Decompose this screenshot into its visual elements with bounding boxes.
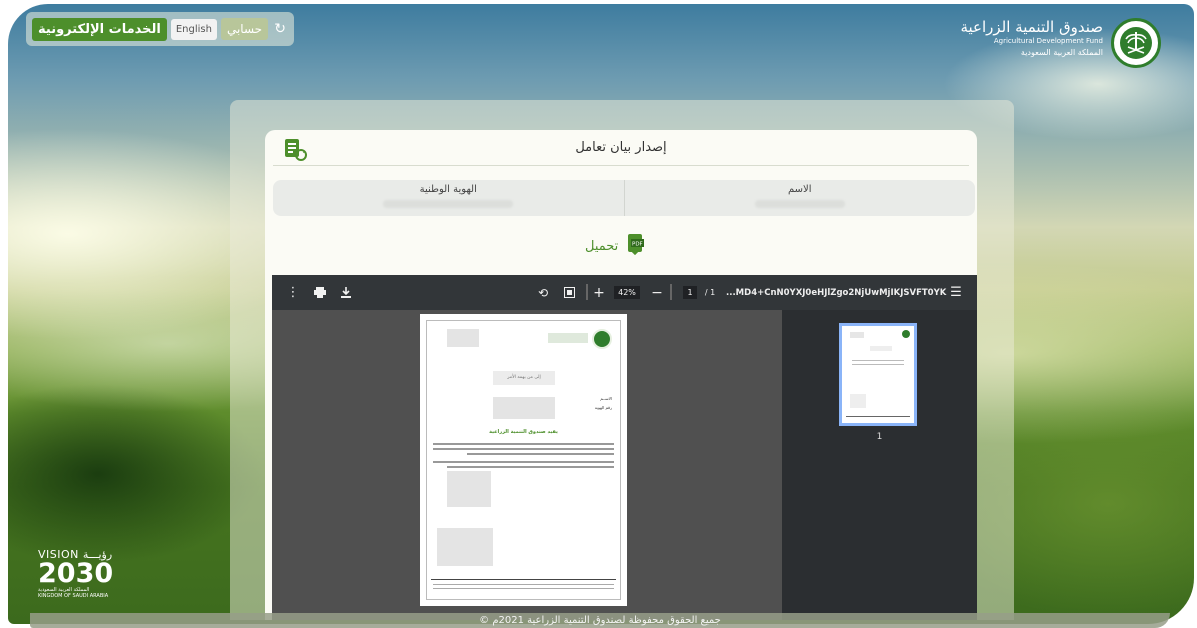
text-line — [433, 448, 614, 450]
page-thumbnail[interactable] — [839, 323, 917, 426]
pdf-viewer: ⋮ ⟲ + 42% − 1 / 1 ...MD4+CnN0YXJ0eHJlZgo… — [272, 275, 977, 620]
letter-field-id: رقم الهوية — [594, 405, 612, 410]
download-icon[interactable] — [338, 275, 354, 310]
palm-emblem-icon — [1111, 18, 1161, 68]
footer: © جميع الحقوق محفوظة لصندوق التنمية الزر… — [30, 613, 1170, 628]
fit-page-icon[interactable] — [560, 275, 578, 310]
letter-field-name: الاســم — [600, 396, 612, 401]
fund-logo[interactable]: صندوق التنمية الزراعية Agricultural Deve… — [960, 18, 1161, 68]
name-cell: الاسم — [623, 180, 976, 216]
info-row: الهوية الوطنية الاسم — [273, 180, 975, 216]
letter: إلى من يهمه الأمر الاســم رقم الهوية يفي… — [426, 320, 621, 600]
page-title: إصدار بيان تعامل — [575, 140, 667, 155]
name-value-redacted — [754, 200, 845, 208]
page-field[interactable]: 1 — [680, 275, 700, 310]
letter-heading: يفيد صندوق التنمية الزراعية — [489, 429, 558, 435]
zoom-out-button[interactable]: − — [650, 275, 664, 310]
signature-redacted — [437, 528, 493, 566]
text-line — [433, 443, 614, 445]
id-label: الهوية الوطنية — [419, 184, 477, 195]
pdf-page: إلى من يهمه الأمر الاســم رقم الهوية يفي… — [420, 314, 627, 606]
text-line — [433, 584, 614, 585]
page-current: 1 — [683, 286, 697, 299]
more-options-icon[interactable]: ⋮ — [286, 275, 300, 310]
name-label: الاسم — [787, 184, 812, 195]
logo-name-ar: صندوق التنمية الزراعية — [960, 18, 1103, 36]
footer-rule — [431, 579, 616, 580]
text-line — [433, 588, 614, 589]
letter-logo-icon — [592, 329, 612, 349]
toolbar-divider — [670, 284, 672, 300]
copyright-text: © جميع الحقوق محفوظة لصندوق التنمية الزر… — [479, 615, 721, 626]
text-line — [433, 461, 614, 463]
logo-name-en: Agricultural Development Fund — [993, 37, 1103, 45]
id-value-redacted — [383, 200, 513, 208]
letter-values-redacted — [493, 397, 555, 419]
pdf-filename: ...MD4+CnN0YXJ0eHJlZgo2NjUwMjIKJSVFT0YK — [726, 287, 947, 298]
download-button[interactable]: تحميل PDF — [585, 233, 646, 259]
text-line — [467, 453, 614, 455]
vision-sub-en: KINGDOM OF SAUDI ARABIA — [38, 593, 109, 599]
zoom-value: 42% — [614, 286, 640, 299]
svg-text:PDF: PDF — [632, 242, 643, 248]
stamp-redacted — [447, 471, 491, 507]
menu-icon[interactable]: ☰ — [947, 275, 965, 310]
vision-2030-logo: VISION رؤيـــة 2030 المملكة العربية السع… — [38, 548, 113, 599]
card-header: إصدار بيان تعامل — [273, 130, 969, 166]
print-icon[interactable] — [312, 275, 328, 310]
letter-logo-text — [548, 333, 588, 343]
account-link[interactable]: حسابي — [220, 18, 269, 40]
statement-card: إصدار بيان تعامل الهوية الوطنية الاسم تح… — [265, 130, 977, 620]
zoom-field[interactable]: 42% — [612, 275, 642, 310]
page-total: / 1 — [704, 288, 716, 297]
id-cell: الهوية الوطنية — [273, 180, 624, 216]
ref-redacted — [447, 329, 479, 347]
thumbnail-sidebar: 1 — [782, 310, 977, 620]
language-switch[interactable]: English — [170, 18, 217, 40]
toolbar-divider — [586, 284, 588, 300]
logout-icon[interactable]: ↻ — [272, 21, 288, 37]
text-line — [447, 466, 614, 468]
logo-country: المملكة العربية السعودية — [1020, 48, 1103, 57]
pdf-download-icon: PDF — [624, 233, 646, 259]
vision-year: 2030 — [38, 558, 114, 589]
document-refresh-icon[interactable] — [283, 138, 309, 166]
thumbnail-number: 1 — [876, 432, 883, 442]
download-label: تحميل — [585, 238, 619, 254]
pdf-toolbar: ⋮ ⟲ + 42% − 1 / 1 ...MD4+CnN0YXJ0eHJlZgo… — [272, 275, 977, 310]
rotate-icon[interactable]: ⟲ — [535, 275, 551, 310]
letter-subject: إلى من يهمه الأمر — [493, 371, 555, 385]
top-nav: الخدمات الإلكترونية English حسابي ↻ — [26, 12, 295, 46]
zoom-in-button[interactable]: + — [592, 275, 606, 310]
eservices-link[interactable]: الخدمات الإلكترونية — [32, 17, 167, 41]
